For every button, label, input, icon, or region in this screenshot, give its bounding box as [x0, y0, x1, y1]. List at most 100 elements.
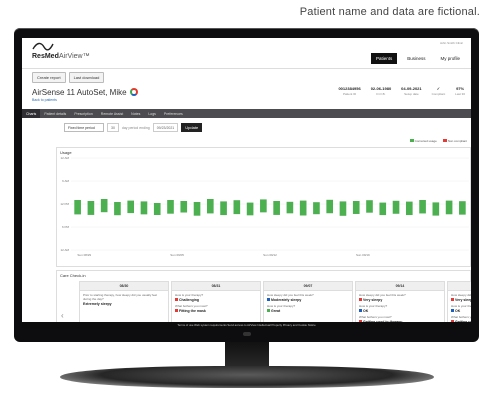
last-download-button[interactable]: Last download: [68, 72, 105, 83]
prev-arrow-icon[interactable]: ‹: [61, 311, 64, 320]
usage-bar[interactable]: [206, 199, 214, 214]
page-title: AirSense 11 AutoSet, Mike: [32, 88, 138, 97]
footer: Terms of use Web system requirements Sen…: [22, 322, 471, 329]
usage-bar[interactable]: [167, 200, 174, 214]
usage-bar[interactable]: [87, 201, 95, 215]
stat-compliant: ✓ Compliant: [432, 86, 446, 96]
answer-label: Fitting the mask: [179, 309, 206, 313]
y-tick-label: 12 AM: [60, 248, 69, 252]
end-date-input[interactable]: 09/23/2021: [152, 123, 179, 132]
card-date: 09/07: [264, 282, 352, 291]
stat-value: 04-09-2021: [401, 86, 422, 91]
main-nav: Patients Business My profile: [370, 53, 465, 64]
usage-bar[interactable]: [459, 201, 466, 215]
answer-label: Very sleepy: [455, 298, 471, 302]
question-text: How is your therapy?: [451, 304, 471, 308]
answer-text: Very sleepy: [448, 297, 471, 302]
usage-bar[interactable]: [127, 200, 135, 214]
tab-prescription[interactable]: Prescription: [70, 109, 96, 118]
y-tick-label: 6 PM: [62, 225, 70, 229]
usage-bar[interactable]: [180, 201, 188, 213]
question-text: Prior to starting therapy, how sleepy di…: [83, 293, 157, 301]
date-filter: Fixed time period 30 day period ending 0…: [64, 123, 203, 132]
usage-chart: 12 AM 6 AM 12 PM 6 PM 12 AM Sun 08/29 Sun 09/0…: [60, 156, 469, 257]
usage-panel: Usage 12 AM 6 AM 12 PM 6 PM 12 AM Sun 08/29 Su…: [56, 147, 471, 267]
stat-value: 02-06-1980: [370, 86, 392, 91]
nav-my-profile[interactable]: My profile: [435, 53, 465, 64]
app-header: ResMed AirView™ John Smith Clinic Patien…: [22, 38, 471, 69]
answer-status-icon: [451, 298, 454, 301]
nav-patients[interactable]: Patients: [370, 53, 398, 64]
product-name: AirView™: [59, 53, 90, 60]
usage-bar[interactable]: [260, 199, 267, 213]
tab-logs[interactable]: Logs: [144, 109, 160, 118]
usage-bar[interactable]: [392, 200, 400, 214]
tab-remote-assist[interactable]: Remote Assist: [97, 109, 127, 118]
tab-preferences[interactable]: Preferences: [160, 109, 187, 118]
tab-notes[interactable]: Notes: [127, 109, 144, 118]
update-button[interactable]: Update: [181, 123, 203, 132]
x-tick-label: Sun 09/12: [263, 253, 277, 257]
usage-bar[interactable]: [220, 201, 227, 216]
footer-links[interactable]: Terms of use Web system requirements Sen…: [22, 322, 471, 327]
usage-bar[interactable]: [299, 200, 307, 216]
usage-bar[interactable]: [100, 199, 108, 213]
chart-legend: Corrected usage Non compliant: [409, 139, 467, 143]
stat-label: D.O.B.: [376, 92, 386, 96]
usage-bar[interactable]: [313, 202, 320, 215]
usage-bar[interactable]: [74, 200, 81, 215]
y-tick-label: 12 PM: [60, 202, 69, 206]
legend-non-compliant: Non compliant: [442, 139, 467, 143]
brand-name: ResMed: [32, 53, 59, 60]
user-link[interactable]: John Smith Clinic: [440, 41, 463, 45]
answer-label: OK: [363, 309, 369, 313]
x-tick-label: Sun 09/19: [356, 253, 370, 257]
resmed-logo-icon: [32, 42, 54, 51]
usage-bar[interactable]: [114, 202, 121, 216]
card-date: 09/21: [448, 282, 471, 291]
usage-bar[interactable]: [432, 202, 440, 216]
usage-bar[interactable]: [273, 201, 280, 215]
usage-bar[interactable]: [286, 201, 294, 214]
answer-status-icon: [359, 309, 362, 312]
tab-patient-details[interactable]: Patient details: [40, 109, 70, 118]
answer-label: Very sleepy: [363, 298, 383, 302]
usage-bar[interactable]: [339, 201, 347, 216]
card-date: 09/14: [356, 282, 444, 291]
usage-bar[interactable]: [445, 200, 453, 215]
answer-label: OK: [455, 309, 461, 313]
period-select[interactable]: Fixed time period: [64, 123, 104, 132]
stat-dob: 02-06-1980 D.O.B.: [371, 86, 391, 96]
card-date: 08/30: [80, 282, 168, 291]
action-buttons: Create report Last download: [32, 72, 105, 83]
nav-business[interactable]: Business: [402, 53, 430, 64]
compliance-ring-icon: [129, 88, 138, 96]
usage-bar[interactable]: [140, 201, 148, 215]
answer-status-icon: [359, 298, 362, 301]
answer-status-icon: [175, 309, 178, 312]
question-text: What bothers you most?: [451, 315, 471, 319]
caption: Patient name and data are fictional.: [299, 6, 480, 18]
answer-text: Great: [264, 308, 352, 313]
usage-bar[interactable]: [326, 199, 334, 214]
usage-bar[interactable]: [153, 203, 161, 215]
usage-bar[interactable]: [366, 200, 373, 213]
filter-label: day period ending: [121, 125, 150, 130]
create-report-button[interactable]: Create report: [32, 72, 66, 83]
day-count-input[interactable]: 30: [107, 123, 119, 132]
tab-charts[interactable]: Charts: [22, 109, 41, 118]
x-tick-label: Sun 09/05: [170, 253, 184, 257]
usage-bar[interactable]: [246, 202, 254, 216]
stat-label: Patient ID: [342, 92, 357, 96]
usage-bar[interactable]: [379, 202, 387, 216]
answer-status-icon: [267, 309, 270, 312]
answer-label: Moderately sleepy: [271, 298, 302, 302]
monitor-logo-icon: [243, 332, 251, 336]
stat-last-30: 97% Last 30: [455, 86, 465, 96]
usage-bar[interactable]: [405, 201, 413, 216]
usage-bar[interactable]: [352, 201, 360, 214]
usage-bar[interactable]: [193, 202, 201, 216]
back-to-patients-link[interactable]: Back to patients: [32, 98, 57, 102]
usage-bar[interactable]: [419, 200, 426, 214]
usage-bar[interactable]: [233, 200, 241, 215]
